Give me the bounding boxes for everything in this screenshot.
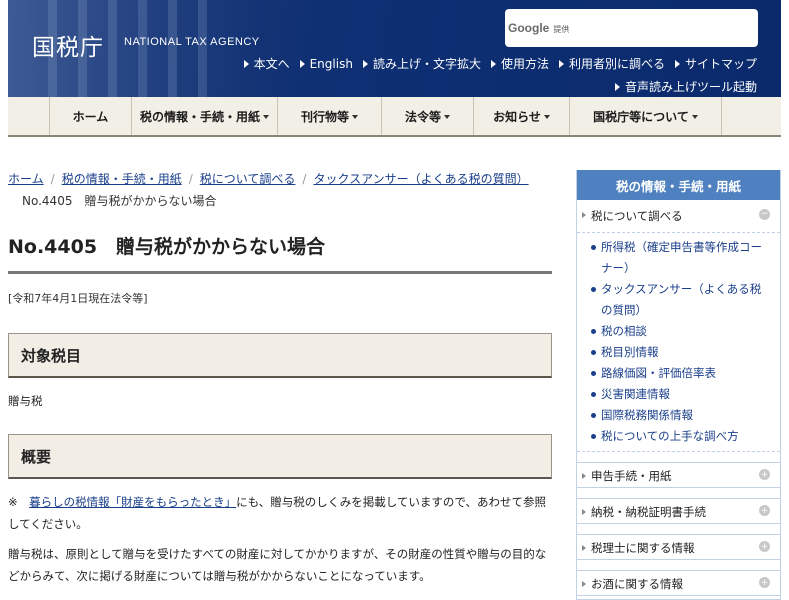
triangle-right-icon [243,59,249,68]
gnav-home[interactable]: ホーム [50,97,132,135]
caret-down-icon [543,115,550,119]
caret-down-icon [691,115,698,119]
subject-value: 贈与税 [8,394,43,408]
util-link-readaloud[interactable]: 読み上げ・文字拡大 [362,55,481,72]
triangle-right-icon [582,212,586,218]
expand-icon: + [759,505,770,516]
gnav-news[interactable]: お知らせ [474,97,570,135]
triangle-right-icon [299,59,305,68]
expand-icon: + [759,577,770,588]
breadcrumb-current: No.4405 贈与税がかからない場合 [22,194,217,208]
gnav-tax-info[interactable]: 税の情報・手続・用紙 [132,97,278,135]
gnav-publications[interactable]: 刊行物等 [278,97,382,135]
law-date: [令和7年4月1日現在法令等] [8,292,148,305]
breadcrumb-research[interactable]: 税について調べる [200,172,296,186]
sidebar: 税の情報・手続・用紙 税について調べる − 所得税（確定申告書等作成コーナー） … [576,170,781,600]
sidebar-box-zeirishi[interactable]: 税理士に関する情報 + [577,534,780,560]
link-kurashi-zeijoho[interactable]: 暮らしの税情報「財産をもらったとき」 [29,495,236,509]
triangle-right-icon [362,59,368,68]
page-title: No.4405 贈与税がかからない場合 [8,232,552,274]
caret-down-icon [444,115,450,119]
sidebar-box-payment[interactable]: 納税・納税証明書手続 + [577,498,780,524]
util-link-by-user[interactable]: 利用者別に調べる [558,55,665,72]
gnav-laws[interactable]: 法令等 [382,97,474,135]
expand-icon: + [759,541,770,552]
site-logo[interactable]: 国税庁 [32,28,104,62]
sidebar-box-filing[interactable]: 申告手続・用紙 + [577,462,780,488]
collapse-icon: − [759,209,770,220]
section-heading-overview: 概要 [8,434,552,479]
triangle-right-icon [558,59,564,68]
util-link-usage[interactable]: 使用方法 [490,55,549,72]
util-link-main[interactable]: 本文へ [243,55,290,72]
breadcrumb-tax-info[interactable]: 税の情報・手続・用紙 [62,172,182,186]
sidebar-item-taxanswer[interactable]: タックスアンサー（よくある税の質問） [591,279,772,321]
sidebar-list: 所得税（確定申告書等作成コーナー） タックスアンサー（よくある税の質問） 税の相… [577,233,780,452]
sidebar-item-consult[interactable]: 税の相談 [591,321,772,342]
search-input[interactable]: Google 提供 [505,9,758,47]
expand-icon: + [759,469,770,480]
voice-tool-link[interactable]: 音声読み上げツール起動 [614,78,757,95]
utility-nav: 本文へ English 読み上げ・文字拡大 使用方法 利用者別に調べる サイトマ… [243,55,757,72]
section-heading-subject: 対象税目 [8,333,552,378]
breadcrumb-taxanswer[interactable]: タックスアンサー（よくある税の質問） [313,172,528,186]
triangle-right-icon [582,545,586,551]
google-search-brand: Google 提供 [508,21,570,35]
gnav-about[interactable]: 国税庁等について [570,97,722,135]
triangle-right-icon [614,82,620,91]
triangle-right-icon [582,473,586,479]
sidebar-item-disaster[interactable]: 災害関連情報 [591,384,772,405]
triangle-right-icon [490,59,496,68]
sidebar-heading[interactable]: 税の情報・手続・用紙 [577,170,780,200]
sidebar-section-research[interactable]: 税について調べる − [577,200,780,233]
site-logo-en: NATIONAL TAX AGENCY [124,36,260,48]
global-nav: ホーム 税の情報・手続・用紙 刊行物等 法令等 お知らせ 国税庁等について [8,97,781,137]
caret-down-icon [263,115,269,119]
overview-note: ※ 暮らしの税情報「財産をもらったとき」にも、贈与税のしくみを掲載していますので… [8,495,546,531]
sidebar-item-income-tax[interactable]: 所得税（確定申告書等作成コーナー） [591,237,772,279]
util-link-sitemap[interactable]: サイトマップ [674,55,757,72]
caret-down-icon [352,115,358,119]
util-link-english[interactable]: English [299,55,353,72]
sidebar-item-international[interactable]: 国際税務関係情報 [591,405,772,426]
triangle-right-icon [582,509,586,515]
triangle-right-icon [674,59,680,68]
breadcrumb-home[interactable]: ホーム [8,172,44,186]
overview-body: 贈与税は、原則として贈与を受けたすべての財産に対してかかりますが、その財産の性質… [8,547,547,583]
sidebar-item-rosenka[interactable]: 路線価図・評価倍率表 [591,363,772,384]
site-header: 国税庁 NATIONAL TAX AGENCY Google 提供 本文へ Eng… [8,0,781,97]
triangle-right-icon [582,581,586,587]
sidebar-item-howto[interactable]: 税についての上手な調べ方 [591,426,772,447]
sidebar-item-by-tax[interactable]: 税目別情報 [591,342,772,363]
breadcrumb: ホーム / 税の情報・手続・用紙 / 税について調べる / タックスアンサー（よくある税の質… [8,172,529,208]
sidebar-box-liquor[interactable]: お酒に関する情報 + [577,570,780,596]
